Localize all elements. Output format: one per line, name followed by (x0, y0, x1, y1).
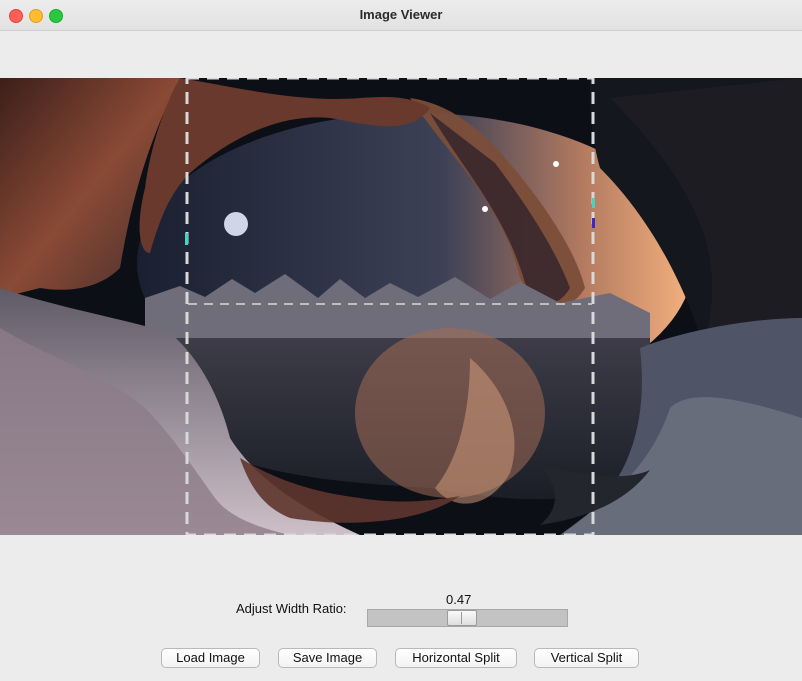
width-ratio-label: Adjust Width Ratio: (236, 601, 347, 616)
vertical-split-button[interactable]: Vertical Split (534, 648, 639, 668)
width-ratio-slider-thumb[interactable] (447, 610, 478, 626)
vertical-split-box (185, 78, 595, 535)
left-marker-icon (185, 233, 188, 245)
window-title: Image Viewer (359, 7, 443, 22)
load-image-button[interactable]: Load Image (161, 648, 260, 668)
right-secondary-marker-icon (592, 218, 595, 228)
title-bar: Image Viewer (0, 0, 802, 31)
horizontal-split-button[interactable]: Horizontal Split (395, 648, 517, 668)
width-ratio-value: 0.47 (446, 592, 472, 607)
split-guides (185, 78, 595, 535)
image-viewer-window: Image Viewer Adjust Width Ratio: 0.47 Lo… (0, 0, 802, 681)
save-image-button[interactable]: Save Image (278, 648, 377, 668)
right-marker-icon (592, 198, 595, 208)
image-canvas[interactable] (0, 78, 802, 535)
